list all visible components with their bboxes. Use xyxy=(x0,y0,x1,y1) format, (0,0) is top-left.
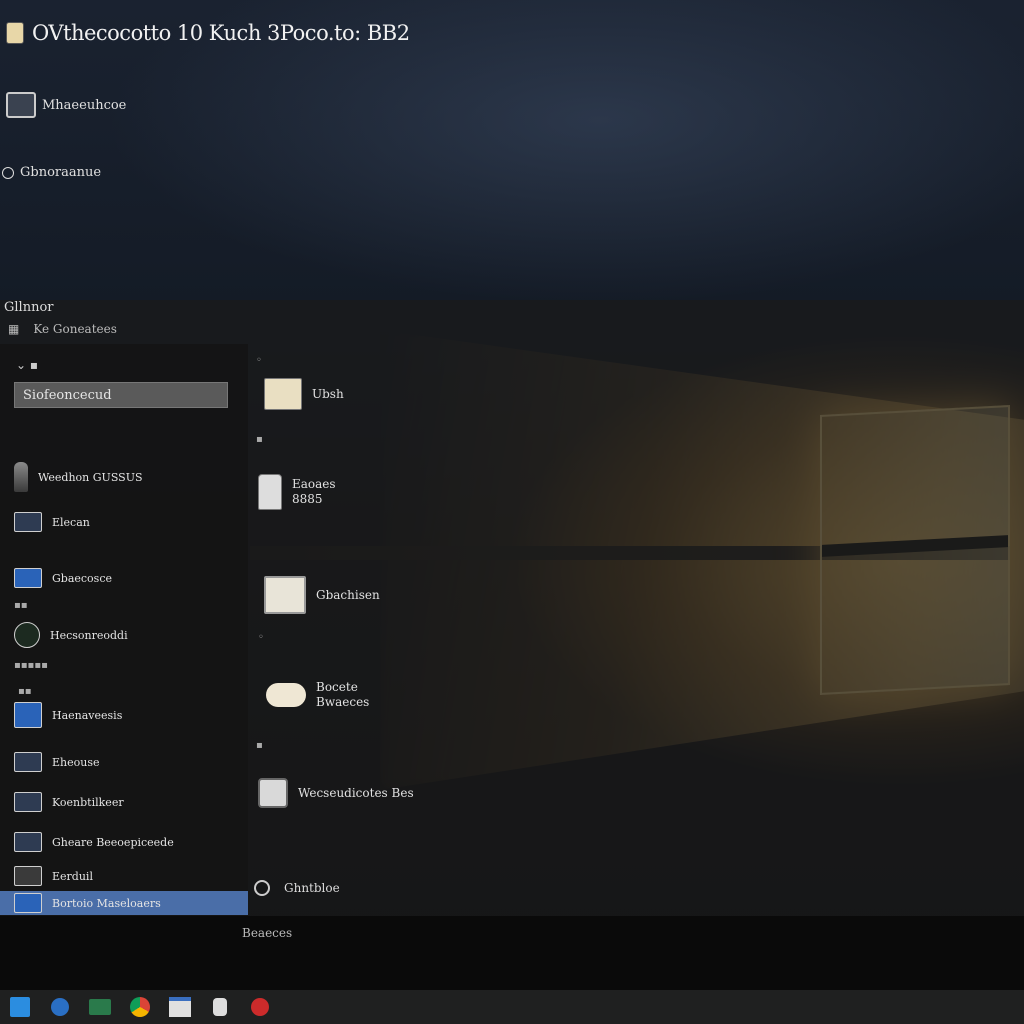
taskbar-lock[interactable] xyxy=(200,990,240,1024)
sidebar-item-label: Gbaecosce xyxy=(52,571,112,585)
user-icon xyxy=(14,893,42,913)
power-label: Ghntbloe xyxy=(284,881,340,895)
sidebar-item[interactable]: Gbaecosce xyxy=(14,568,112,588)
sidebar-item[interactable]: Koenbtilkeer xyxy=(14,792,124,812)
start-menu-header: Gllnnor xyxy=(4,300,54,315)
lock-icon xyxy=(213,998,227,1016)
sidebar-item-label: Eheouse xyxy=(52,755,100,769)
taskbar-chrome[interactable] xyxy=(120,990,160,1024)
sidebar-item-label: Hecsonreoddi xyxy=(50,628,128,642)
sidebar-item-label: Bortoio Maseloaers xyxy=(52,896,161,910)
sidebar-item-label: Weedhon GUSSUS xyxy=(38,470,143,484)
taskbar-store[interactable] xyxy=(80,990,120,1024)
files-icon xyxy=(264,378,302,410)
window-title-bar: OVthecocotto 10 Kuch 3Poco.to: BB2 xyxy=(6,18,410,48)
power-row[interactable]: Ghntbloe xyxy=(254,880,340,896)
taskbar-edge[interactable] xyxy=(40,990,80,1024)
sidebar-item[interactable]: Weedhon GUSSUS xyxy=(14,462,143,492)
start-tile[interactable]: Ubsh xyxy=(264,378,344,410)
flag-icon xyxy=(14,568,42,588)
start-menu: Gllnnor ▦ Ke Goneatees ⌄ ▪ Siofeoncecud xyxy=(0,300,1024,916)
sidebar-item[interactable]: Hecsonreoddi xyxy=(14,622,128,648)
sidebar-item-label: Haenaveesis xyxy=(52,708,123,722)
start-tile[interactable]: Gbachisen xyxy=(264,576,380,614)
start-footer xyxy=(0,916,1024,990)
chip-icon xyxy=(258,778,288,808)
grid-icon xyxy=(14,792,42,812)
sidebar-item-label: Koenbtilkeer xyxy=(52,795,124,809)
grid-icon: ▦ xyxy=(8,322,20,336)
document-icon xyxy=(258,474,282,510)
sidebar-item[interactable]: Elecan xyxy=(14,512,90,532)
start-footer-label: Beaeces xyxy=(242,926,293,940)
start-tile[interactable]: Eaoaes 8885 xyxy=(258,474,336,510)
circle-icon xyxy=(2,166,14,179)
sidebar-item-label: Elecan xyxy=(52,515,90,529)
window-title: OVthecocotto 10 Kuch 3Poco.to: BB2 xyxy=(32,21,410,45)
sidebar-item[interactable]: Eheouse xyxy=(14,752,100,772)
start-button[interactable] xyxy=(0,990,40,1024)
tile-label: Bocete xyxy=(316,680,358,694)
calendar-icon xyxy=(14,832,42,852)
taskbar-record[interactable] xyxy=(240,990,280,1024)
window-icon xyxy=(14,702,42,728)
edge-icon xyxy=(51,998,69,1016)
dots-icon: ▪ xyxy=(256,740,263,751)
cloud-icon xyxy=(266,683,306,707)
sidebar-item[interactable]: Gheare Beeoepiceede xyxy=(14,832,174,852)
dots-icon: ◦ xyxy=(256,355,262,366)
monitor-icon xyxy=(6,92,36,118)
store-icon xyxy=(89,999,111,1015)
dots-icon: ▪▪ xyxy=(18,686,32,697)
search-input[interactable]: Siofeoncecud xyxy=(14,382,228,408)
sidebar-item[interactable]: Haenaveesis xyxy=(14,702,122,728)
start-menu-subheader-label: Ke Goneatees xyxy=(33,322,117,336)
dots-icon: ▪▪ xyxy=(14,600,28,611)
chevron-down-icon[interactable]: ⌄ ▪ xyxy=(16,358,38,372)
start-tile[interactable]: Wecseudicotes Bes xyxy=(258,778,414,808)
tile-sublabel: 8885 xyxy=(292,492,323,506)
dots-icon: ◦ xyxy=(258,632,264,643)
sidebar-item-selected[interactable]: Bortoio Maseloaers xyxy=(0,891,248,915)
search-input-value: Siofeoncecud xyxy=(23,387,112,403)
tile-label: Wecseudicotes Bes xyxy=(298,786,414,800)
sidebar-item-label: Gheare Beeoepiceede xyxy=(52,835,174,849)
record-icon xyxy=(251,998,269,1016)
sidebar-item-label: Eerduil xyxy=(52,869,93,883)
taskbar xyxy=(0,990,1024,1024)
desktop-shortcut-label: Gbnoraanue xyxy=(20,165,102,180)
start-icon xyxy=(10,997,30,1017)
tile-label: Gbachisen xyxy=(316,588,380,602)
tile-label: Ubsh xyxy=(312,387,344,401)
circle-icon xyxy=(14,622,40,648)
monitor-icon xyxy=(14,512,42,532)
dots-icon: ▪ xyxy=(256,434,263,445)
dots-icon: ▪▪▪▪▪ xyxy=(14,660,48,671)
start-tile[interactable]: Bocete Bwaeces xyxy=(266,680,369,710)
folder-icon xyxy=(14,752,42,772)
start-menu-subheader: ▦ Ke Goneatees xyxy=(8,322,117,336)
sidebar-item[interactable]: Eerduil xyxy=(14,866,93,886)
printer-icon xyxy=(264,576,306,614)
tile-sublabel: Bwaeces xyxy=(316,695,370,709)
tile-label: Eaoaes xyxy=(292,477,336,491)
taskbar-explorer[interactable] xyxy=(160,990,200,1024)
person-icon xyxy=(14,462,28,492)
desktop-shortcut[interactable]: Gbnoraanue xyxy=(2,165,101,180)
app-icon xyxy=(6,22,24,44)
explorer-icon xyxy=(169,997,191,1017)
chrome-icon xyxy=(130,997,150,1017)
desktop-shortcut[interactable]: Mhaeeuhcoe xyxy=(6,92,126,118)
desktop-shortcut-label: Mhaeeuhcoe xyxy=(42,97,127,113)
mail-icon xyxy=(14,866,42,886)
power-icon xyxy=(254,880,270,896)
